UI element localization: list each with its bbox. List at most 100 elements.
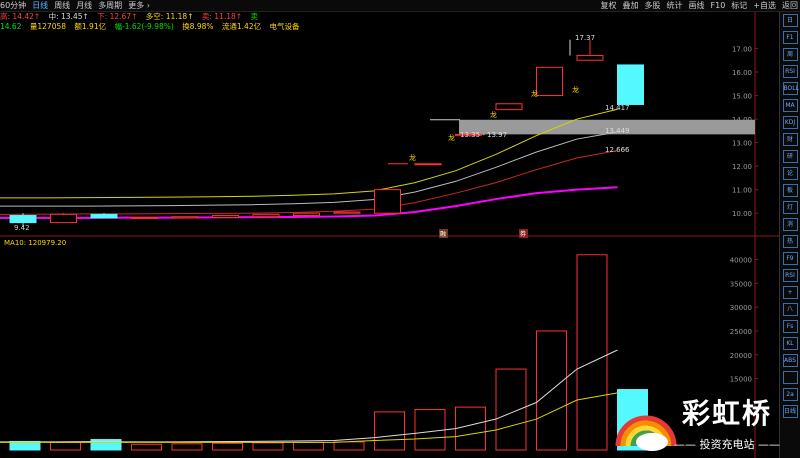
sidebar-tool-21[interactable] bbox=[780, 369, 800, 386]
volume-bar bbox=[131, 443, 162, 451]
volume-ma-label: MA10: 120979.20 bbox=[4, 239, 66, 247]
sidebar-tool-5[interactable]: MA bbox=[780, 97, 800, 114]
ma-red-line bbox=[0, 149, 618, 215]
price-tick-label: 16.00 bbox=[732, 69, 752, 77]
sidebar-tool-18[interactable]: Fs bbox=[780, 318, 800, 335]
sidebar-tool-16[interactable]: + bbox=[780, 284, 800, 301]
dragon-mark-3: 龙 bbox=[490, 110, 497, 119]
ma-yellow-value: 14.417 bbox=[605, 104, 630, 112]
sidebar-tool-12[interactable]: 消 bbox=[780, 216, 800, 233]
sidebar-tool-label: 财 bbox=[782, 133, 798, 146]
sidebar-tool-0[interactable]: 日 bbox=[780, 12, 800, 29]
watermark-logo: 彩虹桥 —— 投资充电站 —— bbox=[612, 388, 780, 456]
sidebar-tool-label: ABS bbox=[782, 354, 798, 367]
peak-label: 17.37 bbox=[575, 34, 595, 42]
sidebar-tool-label: 日 bbox=[782, 14, 798, 27]
dragon-mark-4: 龙 bbox=[531, 89, 538, 98]
sidebar-tool-23[interactable]: 日线 bbox=[780, 403, 800, 420]
candle-body bbox=[293, 212, 320, 217]
volume-tick-label: 25000 bbox=[730, 328, 752, 336]
dragon-mark-2: 龙 bbox=[448, 133, 455, 142]
volume-tick-label: 20000 bbox=[730, 352, 752, 360]
volume-bar bbox=[374, 411, 405, 451]
sidebar-tool-label: MA bbox=[782, 99, 798, 112]
sidebar-tool-14[interactable]: F9 bbox=[780, 250, 800, 267]
sidebar-tool-label: 2a bbox=[782, 388, 798, 401]
volume-tick-label: 15000 bbox=[730, 376, 752, 384]
sidebar-tool-17[interactable]: 八 bbox=[780, 301, 800, 318]
sidebar-tool-label: + bbox=[782, 286, 798, 299]
low-price-label: 9.42 bbox=[14, 224, 30, 232]
price-tick-label: 15.00 bbox=[732, 93, 752, 101]
flag-label-2: 券 bbox=[520, 230, 526, 238]
rainbow-icon bbox=[615, 415, 677, 451]
sidebar-tool-11[interactable]: 灯 bbox=[780, 199, 800, 216]
sidebar-tool-9[interactable]: 论 bbox=[780, 165, 800, 182]
sidebar-tool-7[interactable]: 财 bbox=[780, 131, 800, 148]
sidebar-tool-20[interactable]: ABS bbox=[780, 352, 800, 369]
candle-body bbox=[617, 64, 644, 105]
volume-bar bbox=[90, 439, 122, 451]
volume-bar bbox=[333, 441, 365, 451]
candle-body bbox=[252, 213, 280, 218]
volume-bar bbox=[50, 441, 81, 451]
candle-body bbox=[50, 213, 77, 224]
sidebar-tool-label: RSI bbox=[782, 65, 798, 78]
price-tick-label: 12.00 bbox=[732, 163, 752, 171]
sidebar-tool-label: 研 bbox=[782, 150, 798, 163]
candle-body bbox=[495, 103, 523, 111]
ma-red-value: 12.666 bbox=[605, 146, 630, 154]
sidebar-tool-label: 论 bbox=[782, 167, 798, 180]
volume-bar bbox=[414, 409, 446, 451]
candle-body bbox=[536, 66, 563, 97]
volume-tick-label: 35000 bbox=[730, 280, 752, 288]
sidebar-tool-1[interactable]: F1 bbox=[780, 29, 800, 46]
sidebar-tool-label: 周 bbox=[782, 48, 798, 61]
volume-tick-label: 30000 bbox=[730, 304, 752, 312]
logo-title: 彩虹桥 bbox=[682, 397, 773, 430]
sidebar-tool-label: 日线 bbox=[782, 405, 798, 418]
sidebar-tool-19[interactable]: KL bbox=[780, 335, 800, 352]
sidebar-tool-label: 消 bbox=[782, 218, 798, 231]
volume-bar bbox=[293, 441, 324, 451]
price-tick-label: 17.00 bbox=[732, 45, 752, 53]
volume-bar bbox=[495, 368, 527, 451]
sidebar-tool-label: Fs bbox=[782, 320, 798, 333]
sidebar-tool-label: 八 bbox=[782, 303, 798, 316]
volume-bar bbox=[212, 442, 243, 451]
logo-subtitle: —— 投资充电站 —— bbox=[674, 438, 780, 451]
volume-bar bbox=[171, 443, 203, 451]
candle-body bbox=[374, 189, 401, 214]
ma-white-value: 13.449 bbox=[605, 127, 630, 135]
sidebar-tool-label bbox=[782, 371, 798, 384]
price-tick-label: 10.00 bbox=[732, 210, 752, 218]
sidebar-tool-4[interactable]: BOLL bbox=[780, 80, 800, 97]
sidebar-tool-10[interactable]: 板 bbox=[780, 182, 800, 199]
candle-body bbox=[90, 213, 118, 219]
volume-bar bbox=[252, 442, 284, 451]
sidebar-tool-6[interactable]: KDJ bbox=[780, 114, 800, 131]
volume-bar bbox=[455, 406, 486, 451]
sidebar-tool-label: F9 bbox=[782, 252, 798, 265]
indicator-sidebar: 日 F1 周 RSI BOLL MA KDJ 财研论板灯消热 F9 RSI + 八 Fs KL ABS 2a 日… bbox=[779, 12, 800, 458]
sidebar-tool-13[interactable]: 热 bbox=[780, 233, 800, 250]
candle-body bbox=[333, 211, 361, 214]
sidebar-tool-2[interactable]: 周 bbox=[780, 46, 800, 63]
dragon-mark-5: 龙 bbox=[572, 85, 579, 94]
sidebar-tool-8[interactable]: 研 bbox=[780, 148, 800, 165]
sidebar-tool-label: 板 bbox=[782, 184, 798, 197]
candle-body bbox=[131, 216, 158, 219]
sidebar-tool-15[interactable]: RSI bbox=[780, 267, 800, 284]
sidebar-tool-label: RSI bbox=[782, 269, 798, 282]
sidebar-tool-label: 热 bbox=[782, 235, 798, 248]
price-tick-label: 13.00 bbox=[732, 140, 752, 148]
sidebar-tool-22[interactable]: 2a bbox=[780, 386, 800, 403]
price-tick-label: 11.00 bbox=[732, 187, 752, 195]
toolbar-button-8[interactable]: 返回 bbox=[782, 1, 798, 10]
sidebar-tool-label: 灯 bbox=[782, 201, 798, 214]
candle-body bbox=[171, 216, 199, 219]
candle-body bbox=[9, 215, 37, 224]
sidebar-tool-3[interactable]: RSI bbox=[780, 63, 800, 80]
sidebar-tool-label: BOLL bbox=[782, 82, 799, 95]
volume-tick-label: 40000 bbox=[730, 257, 752, 265]
